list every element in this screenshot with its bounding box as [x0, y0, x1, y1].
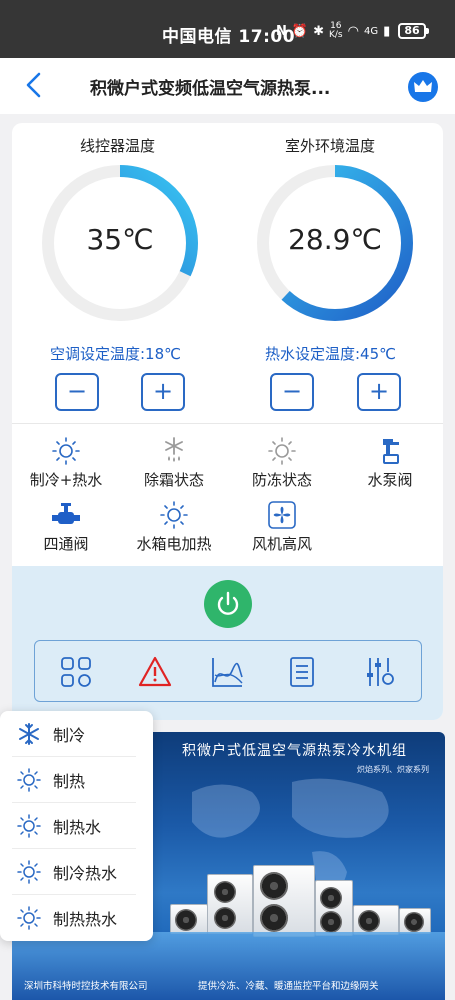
heat-pump-unit: [207, 874, 253, 934]
status-antifreeze: 防冻状态: [228, 436, 336, 490]
alarm-warning-icon[interactable]: [138, 655, 172, 689]
status-cool-hotwater: 制冷+热水: [12, 436, 120, 490]
page-title: 积微户式变频低温空气源热泵...: [90, 79, 331, 99]
pump-valve-icon: [383, 439, 399, 464]
status-label: 水泵阀: [367, 471, 413, 489]
banner-subtitle: 炽焰系列、炽家系列: [357, 765, 429, 774]
status-icons: N ⏰ ✱ 16 K/s ◠ 4G ▮: [276, 22, 390, 40]
banner-footer-slogan: 提供冷冻、冷藏、暖通监控平台和边缘网关: [198, 981, 379, 992]
gauge-title-outdoor: 室外环境温度: [285, 137, 376, 155]
menu-item-cool[interactable]: 制冷: [12, 711, 136, 757]
status-tank-heater: 水箱电加热: [120, 500, 228, 554]
menu-item-label: 制热热水: [53, 910, 118, 929]
mode-menu: 制冷 制热 制热水 制冷热水 制热热水: [0, 711, 153, 941]
network-speed: 16 K/s: [328, 21, 343, 40]
header: 积微户式变频低温空气源热泵...: [0, 58, 455, 114]
menu-item-label: 制冷: [53, 725, 86, 745]
bluetooth-icon: ✱: [313, 23, 324, 39]
sun-icon: [268, 437, 296, 465]
function-toolbar: [34, 640, 422, 702]
status-label: 四通阀: [43, 535, 89, 553]
heat-pump-unit: [399, 908, 431, 934]
snowflake-drop-icon: [165, 437, 183, 462]
ac-minus-button[interactable]: −: [55, 373, 99, 411]
sun-icon: [17, 859, 41, 884]
sliders-settings-icon[interactable]: [363, 655, 397, 689]
banner-title: 积微户式低温空气源热泵冷水机组: [182, 743, 407, 759]
gauge-title-controller: 线控器温度: [80, 137, 156, 155]
document-list-icon[interactable]: [285, 655, 319, 689]
status-defrost: 除霜状态: [120, 436, 228, 490]
device-card: 线控器温度 室外环境温度 35℃ 28.9℃ 空调设定温度:18℃ 热水设定温度…: [12, 123, 443, 720]
heat-pump-unit: [315, 880, 353, 936]
alarm-icon: ⏰: [291, 23, 309, 39]
ac-plus-button[interactable]: +: [141, 373, 185, 411]
grid-apps-icon[interactable]: [59, 655, 93, 689]
sun-icon: [17, 767, 41, 792]
heat-pump-unit: [353, 905, 399, 935]
fan-icon: [268, 501, 296, 529]
status-four-way-valve: 四通阀: [12, 500, 120, 554]
power-button[interactable]: [204, 580, 252, 628]
menu-item-label: 制热: [53, 771, 86, 791]
status-label: 制冷+热水: [29, 471, 103, 489]
heat-pump-unit: [253, 865, 315, 937]
water-plus-button[interactable]: +: [357, 373, 401, 411]
menu-item-label: 制冷热水: [53, 863, 118, 883]
snowflake-icon: [19, 722, 39, 745]
banner-footer-company: 深圳市科特时控技术有限公司: [24, 981, 148, 992]
water-setpoint-label: 热水设定温度:45℃: [265, 345, 396, 363]
menu-item-heat[interactable]: 制热: [12, 757, 136, 803]
signal-icon: ▮: [383, 23, 391, 39]
menu-item-hot-water[interactable]: 制热水: [12, 803, 136, 849]
nfc-icon: N: [276, 23, 287, 39]
sun-icon: [160, 501, 188, 529]
status-pump-valve: 水泵阀: [336, 436, 443, 490]
status-bar: 中国电信 17:00 N ⏰ ✱ 16 K/s ◠ 4G ▮ 86: [0, 0, 455, 58]
status-label: 风机高风: [251, 535, 312, 553]
menu-item-label: 制热水: [53, 817, 102, 837]
status-label: 除霜状态: [143, 471, 204, 489]
signal-label: 4G: [363, 25, 379, 37]
divider: [12, 423, 443, 424]
status-label: 水箱电加热: [136, 535, 212, 553]
gauge-value-controller: 35℃: [86, 223, 154, 256]
battery-icon: 86: [398, 23, 429, 39]
curve-chart-icon[interactable]: [210, 655, 244, 689]
heat-pump-unit: [170, 904, 208, 934]
four-way-valve-icon: [52, 503, 80, 524]
gauge-value-outdoor: 28.9℃: [288, 223, 382, 256]
ac-setpoint-label: 空调设定温度:18℃: [50, 345, 181, 363]
status-label: 防冻状态: [251, 471, 312, 489]
power-icon: [217, 591, 239, 615]
menu-item-heat-hot-water[interactable]: 制热热水: [12, 895, 136, 941]
sun-icon: [52, 437, 80, 465]
back-button[interactable]: [22, 71, 46, 99]
water-minus-button[interactable]: −: [270, 373, 314, 411]
sun-icon: [17, 906, 41, 930]
crown-icon[interactable]: [408, 72, 438, 102]
menu-item-cool-hot-water[interactable]: 制冷热水: [12, 849, 136, 895]
sun-icon: [17, 813, 41, 838]
status-fan-high: 风机高风: [228, 500, 336, 554]
wifi-icon: ◠: [347, 23, 359, 39]
